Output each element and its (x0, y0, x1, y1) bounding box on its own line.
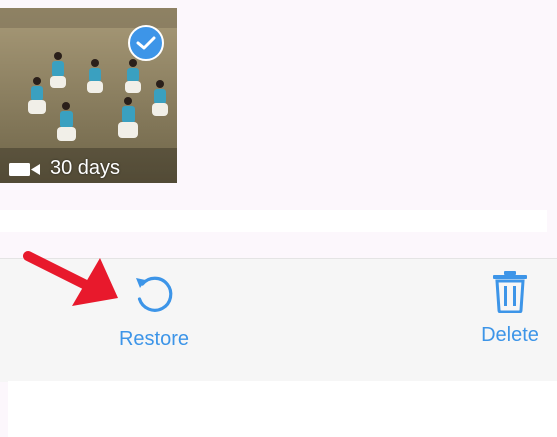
restore-label: Restore (118, 328, 190, 350)
divider-strip (0, 210, 547, 232)
delete-button[interactable]: Delete (472, 269, 548, 347)
restore-icon (136, 276, 173, 312)
selected-checkmark-icon[interactable] (128, 25, 164, 61)
delete-label: Delete (481, 324, 539, 346)
trash-icon (493, 271, 527, 313)
content-area (8, 381, 557, 437)
days-remaining-label: 30 days (50, 157, 121, 179)
video-camera-icon (9, 163, 40, 176)
media-thumbnail[interactable]: 30 days (0, 8, 177, 183)
checkmark-icon (136, 36, 156, 50)
trash-screen: { "media_item": { "days_left": "30 days"… (0, 0, 557, 437)
red-arrow-annotation-icon (23, 251, 118, 306)
